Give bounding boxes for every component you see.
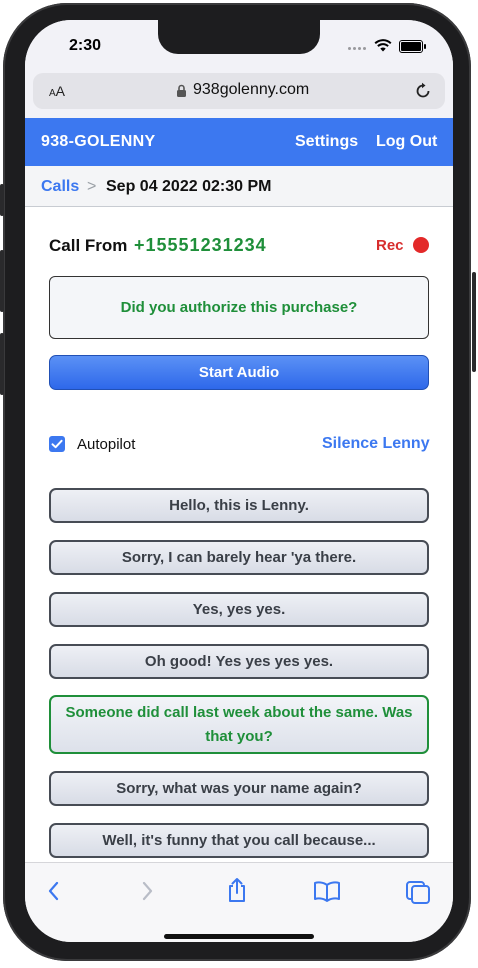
browser-toolbar xyxy=(25,862,453,942)
notch xyxy=(158,20,320,54)
share-icon[interactable] xyxy=(225,877,249,903)
recording-indicator-icon xyxy=(413,237,429,253)
tabs-icon[interactable] xyxy=(405,880,431,904)
breadcrumb-separator: > xyxy=(87,178,97,195)
autopilot-label: Autopilot xyxy=(77,436,136,453)
caller-transcript-box: Did you authorize this purchase? xyxy=(49,276,429,339)
side-button-volume-up xyxy=(0,250,4,312)
reply-button-active[interactable]: Someone did call last week about the sam… xyxy=(49,695,429,754)
reply-button[interactable]: Sorry, I can barely hear 'ya there. xyxy=(49,540,429,575)
autopilot-checkbox[interactable] xyxy=(49,436,65,452)
reload-icon[interactable] xyxy=(414,82,432,100)
side-button-power xyxy=(472,272,476,372)
bookmarks-icon[interactable] xyxy=(313,880,341,902)
back-icon[interactable] xyxy=(45,880,63,902)
wifi-icon xyxy=(374,39,392,52)
reply-button[interactable]: Oh good! Yes yes yes yes. xyxy=(49,644,429,679)
rec-label: Rec xyxy=(376,237,404,254)
start-audio-button[interactable]: Start Audio xyxy=(49,355,429,390)
address-bar[interactable]: AA 938golenny.com xyxy=(33,73,445,109)
checkmark-icon xyxy=(51,439,63,449)
status-bar: 2:30 xyxy=(25,20,453,70)
breadcrumb-calls-link[interactable]: Calls xyxy=(41,178,79,196)
forward-icon[interactable] xyxy=(138,880,156,902)
app-navbar: 938-GOLENNY Settings Log Out xyxy=(25,118,453,166)
nav-logout-link[interactable]: Log Out xyxy=(376,133,437,151)
cellular-signal-icon xyxy=(348,47,366,50)
home-indicator[interactable] xyxy=(164,934,314,939)
reply-button[interactable]: Yes, yes yes. xyxy=(49,592,429,627)
address-bar-area: AA 938golenny.com xyxy=(25,70,453,118)
url-domain[interactable]: 938golenny.com xyxy=(193,81,309,99)
text-size-button[interactable]: AA xyxy=(49,83,65,99)
side-button-action xyxy=(0,184,4,216)
lock-icon xyxy=(177,84,186,97)
breadcrumb: Calls > Sep 04 2022 02:30 PM xyxy=(25,166,453,207)
reply-button[interactable]: Sorry, what was your name again? xyxy=(49,771,429,806)
silence-lenny-link[interactable]: Silence Lenny xyxy=(322,435,430,453)
call-from-label: Call From xyxy=(49,236,128,255)
reply-button[interactable]: Well, it's funny that you call because..… xyxy=(49,823,429,858)
status-time: 2:30 xyxy=(69,37,102,54)
app-brand[interactable]: 938-GOLENNY xyxy=(41,133,155,151)
caller-number: +15551231234 xyxy=(134,235,267,255)
side-button-volume-down xyxy=(0,333,4,395)
battery-icon xyxy=(399,40,426,53)
reply-button[interactable]: Hello, this is Lenny. xyxy=(49,488,429,523)
phone-screen: 2:30 AA 938golenny.com 938-GOLENNY Setti… xyxy=(25,20,453,942)
nav-settings-link[interactable]: Settings xyxy=(295,133,358,151)
breadcrumb-current: Sep 04 2022 02:30 PM xyxy=(106,178,272,195)
